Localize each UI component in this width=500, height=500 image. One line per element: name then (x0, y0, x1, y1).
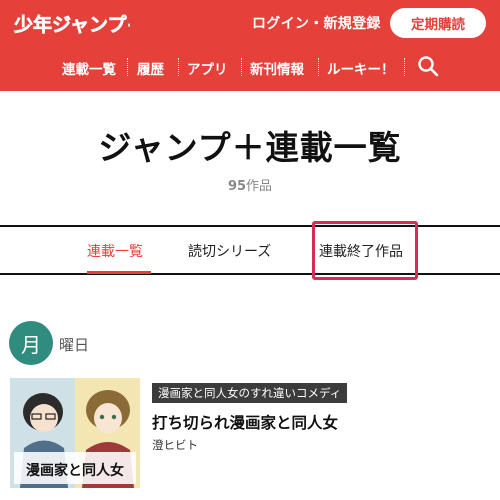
nav-separator (241, 58, 242, 76)
nav-item-rookie[interactable]: ルーキー！ (327, 58, 395, 78)
active-tab-indicator (87, 271, 151, 274)
site-header: 少年ジャンプ+ ログイン・新規登録 定期購読 連載一覧 履歴 アプリ 新刊情報 … (0, 0, 500, 91)
subscribe-button[interactable]: 定期購読 (390, 8, 486, 38)
logo-text: 少年ジャンプ+ (13, 13, 130, 36)
nav-separator (404, 58, 405, 76)
series-title[interactable]: 打ち切られ漫画家と同人女 (152, 411, 338, 433)
login-signup-link[interactable]: ログイン・新規登録 (252, 13, 381, 33)
series-author: 澄ヒビト (152, 438, 198, 452)
work-count: 95作品 (0, 175, 500, 194)
nav-separator (318, 58, 319, 76)
site-logo[interactable]: 少年ジャンプ+ (12, 6, 130, 38)
nav-item-new-releases[interactable]: 新刊情報 (250, 58, 304, 78)
day-badge: 月 (9, 321, 53, 365)
page-title: ジャンプ＋連載一覧 (98, 128, 402, 167)
work-count-suffix: 作品 (246, 179, 273, 194)
nav-item-series-list[interactable]: 連載一覧 (62, 58, 116, 78)
day-label: 曜日 (59, 336, 90, 354)
highlight-box (312, 221, 418, 280)
search-icon[interactable] (417, 55, 439, 77)
tab-bar: 連載一覧 読切シリーズ 連載終了作品 (0, 225, 500, 275)
nav-item-history[interactable]: 履歴 (137, 58, 164, 78)
series-tagline: 漫画家と同人女のすれ違いコメディ (152, 383, 348, 403)
tab-oneshot-series[interactable]: 読切シリーズ (188, 241, 271, 261)
tab-series-list[interactable]: 連載一覧 (87, 241, 143, 261)
nav-separator (127, 58, 128, 76)
nav-separator (178, 58, 179, 76)
cover-title-text: 漫画家と同人女 (26, 462, 124, 479)
series-cover-image[interactable]: 漫画家と同人女 (10, 378, 140, 488)
nav-item-app[interactable]: アプリ (187, 58, 228, 78)
work-count-number: 95 (227, 179, 247, 194)
